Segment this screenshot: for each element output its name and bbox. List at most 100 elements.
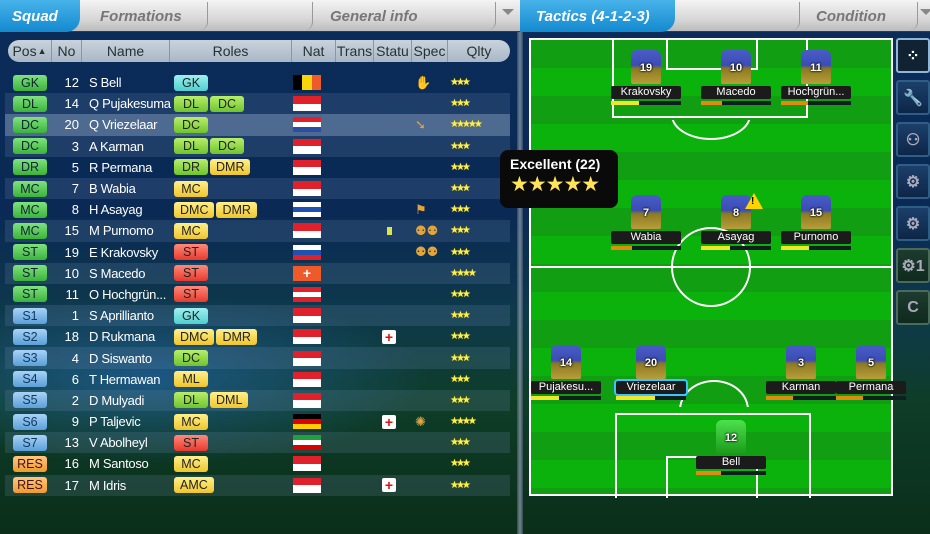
gear-one-button[interactable]: ⚙1 — [896, 248, 930, 283]
tab-squad[interactable]: Squad — [0, 0, 80, 32]
table-row[interactable]: S4 6 T Hermawan ML ★★★ — [5, 369, 510, 390]
role-badge: DC — [174, 350, 208, 367]
pitch-player[interactable]: 14 Pujakesu... — [531, 345, 601, 400]
roles: ST — [174, 244, 296, 261]
player-name[interactable]: M Idris — [85, 478, 174, 493]
pitch-player[interactable]: 19 Krakovsky — [611, 50, 681, 105]
player-name[interactable]: T Hermawan — [85, 372, 174, 387]
pitch-player[interactable]: 3 Karman — [766, 345, 836, 400]
shirt-number: 12 — [724, 432, 738, 444]
table-row[interactable]: ST 10 S Macedo ST + ★★★★ — [5, 262, 510, 284]
shirt-number: 15 — [809, 207, 823, 219]
table-row[interactable]: S7 13 V Abolheyl ST ★★★ — [5, 432, 510, 454]
pitch-player[interactable]: 8! Asayag — [701, 193, 771, 250]
player-name[interactable]: D Mulyadi — [85, 393, 174, 408]
table-row[interactable]: RES 16 M Santoso MC ★★★ — [5, 453, 510, 474]
roles: ST — [174, 286, 296, 303]
table-row[interactable]: S6 9 P Taljevic MC + ✺ ★★★★ — [5, 411, 510, 432]
pitch-player[interactable]: 15 Purnomo — [781, 195, 851, 250]
player-name-label: Karman — [766, 381, 836, 394]
formation-button[interactable]: ⁘ — [896, 38, 930, 73]
pitch-player[interactable]: 5 Permana — [836, 345, 906, 400]
player-name[interactable]: P Taljevic — [85, 414, 174, 429]
roles: DMC DMR — [174, 201, 296, 218]
col-spec[interactable]: Spec — [412, 40, 448, 62]
gear-icon: ⚙ — [905, 215, 921, 233]
position-badge: S1 — [13, 307, 47, 324]
nationality-flag-icon — [293, 244, 321, 260]
player-name[interactable]: Q Pujakesuma — [85, 96, 174, 111]
col-trans[interactable]: Trans — [336, 40, 374, 62]
nationality-flag-icon — [293, 159, 321, 175]
table-row[interactable]: DR 5 R Permana DR DMR ★★★ — [5, 157, 510, 178]
player-name[interactable]: M Santoso — [85, 456, 174, 471]
tab-separator — [200, 2, 208, 30]
player-name[interactable]: Q Vriezelaar — [85, 117, 174, 132]
player-name[interactable]: O Hochgrün... — [85, 287, 174, 302]
players-button[interactable]: ⚇ — [896, 122, 930, 157]
player-name[interactable]: S Bell — [85, 75, 174, 90]
shirt-number: 13 — [64, 435, 79, 451]
col-name[interactable]: Name — [82, 40, 170, 62]
nationality-flag-icon — [293, 350, 321, 366]
pitch-player[interactable]: 7 Wabia — [611, 195, 681, 250]
shirt-number: 7 — [71, 181, 79, 197]
player-name[interactable]: B Wabia — [85, 181, 174, 196]
player-name[interactable]: S Macedo — [85, 266, 174, 281]
tab-general-info[interactable]: General info — [330, 0, 480, 32]
table-row[interactable]: MC 7 B Wabia MC ★★★ — [5, 177, 510, 200]
table-row[interactable]: S3 4 D Siswanto DC ★★★ — [5, 347, 510, 369]
role-badge: DMR — [210, 159, 251, 176]
quality-stars: ★★★ — [450, 204, 471, 216]
c-button[interactable]: C — [896, 290, 930, 325]
position-badge: S4 — [13, 371, 47, 388]
shirt-number: 6 — [71, 371, 79, 387]
position-badge: MC — [13, 222, 47, 239]
shirt-icon: 14 — [551, 345, 581, 379]
col-nat[interactable]: Nat — [292, 40, 336, 62]
player-name[interactable]: H Asayag — [85, 202, 174, 217]
player-name[interactable]: R Permana — [85, 160, 174, 175]
col-status[interactable]: Statu — [374, 40, 412, 62]
tab-formations[interactable]: Formations — [100, 0, 210, 32]
table-row[interactable]: DC 3 A Karman DL DC ★★★ — [5, 135, 510, 157]
table-row[interactable]: ST 19 E Krakovsky ST ⚉⚉ ★★★ — [5, 242, 510, 263]
gear-button[interactable]: ⚙ — [896, 206, 930, 241]
roles: DR DMR — [174, 159, 296, 176]
col-no[interactable]: No — [52, 40, 82, 62]
pitch-player[interactable]: 10 Macedo — [701, 50, 771, 105]
table-row[interactable]: DC 20 Q Vriezelaar DC ➘ ★★★★★ — [5, 114, 510, 136]
dropdown-arrow-icon[interactable] — [502, 9, 514, 15]
col-quality[interactable]: Qlty — [448, 40, 510, 62]
player-name[interactable]: D Rukmana — [85, 329, 174, 344]
role-badge: MC — [174, 222, 208, 239]
position-badge: ST — [13, 265, 47, 282]
dropdown-arrow-icon[interactable] — [920, 9, 930, 15]
table-row[interactable]: RES 17 M Idris AMC + ★★★ — [5, 474, 510, 496]
player-name[interactable]: E Krakovsky — [85, 245, 174, 260]
player-name[interactable]: A Karman — [85, 139, 174, 154]
gear-settings-button[interactable]: ⚙ — [896, 164, 930, 199]
pitch-player[interactable]: 12 Bell — [696, 420, 766, 475]
table-row[interactable]: DL 14 Q Pujakesuma DL DC ★★★ — [5, 93, 510, 115]
player-name-label: Vriezelaar — [616, 381, 686, 394]
col-pos[interactable]: Pos ▲ — [8, 40, 52, 62]
pitch-player[interactable]: 11 Hochgrün... — [781, 50, 851, 105]
table-row[interactable]: MC 15 M Purnomo MC ⚉⚉ ★★★ — [5, 220, 510, 242]
table-row[interactable]: ST 11 O Hochgrün... ST ★★★ — [5, 284, 510, 305]
player-name[interactable]: M Purnomo — [85, 223, 174, 238]
wrench-button[interactable]: 🔧 — [896, 80, 930, 115]
pitch-player[interactable]: 20 Vriezelaar — [616, 345, 686, 400]
table-row[interactable]: GK 12 S Bell GK ✋ ★★★ — [5, 72, 510, 93]
shirt-icon: 10 — [721, 50, 751, 84]
table-row[interactable]: S2 18 D Rukmana DMC DMR + ★★★ — [5, 326, 510, 347]
player-name[interactable]: S Aprillianto — [85, 308, 174, 323]
player-name[interactable]: D Siswanto — [85, 351, 174, 366]
tab-tactics[interactable]: Tactics (4-1-2-3) — [520, 0, 675, 32]
col-roles[interactable]: Roles — [170, 40, 292, 62]
table-row[interactable]: MC 8 H Asayag DMC DMR ⚑ ★★★ — [5, 199, 510, 220]
tooltip-title: Excellent (22) — [510, 156, 601, 172]
table-row[interactable]: S1 1 S Aprillianto GK ★★★ — [5, 305, 510, 327]
player-name[interactable]: V Abolheyl — [85, 435, 174, 450]
table-row[interactable]: S5 2 D Mulyadi DL DML ★★★ — [5, 389, 510, 411]
